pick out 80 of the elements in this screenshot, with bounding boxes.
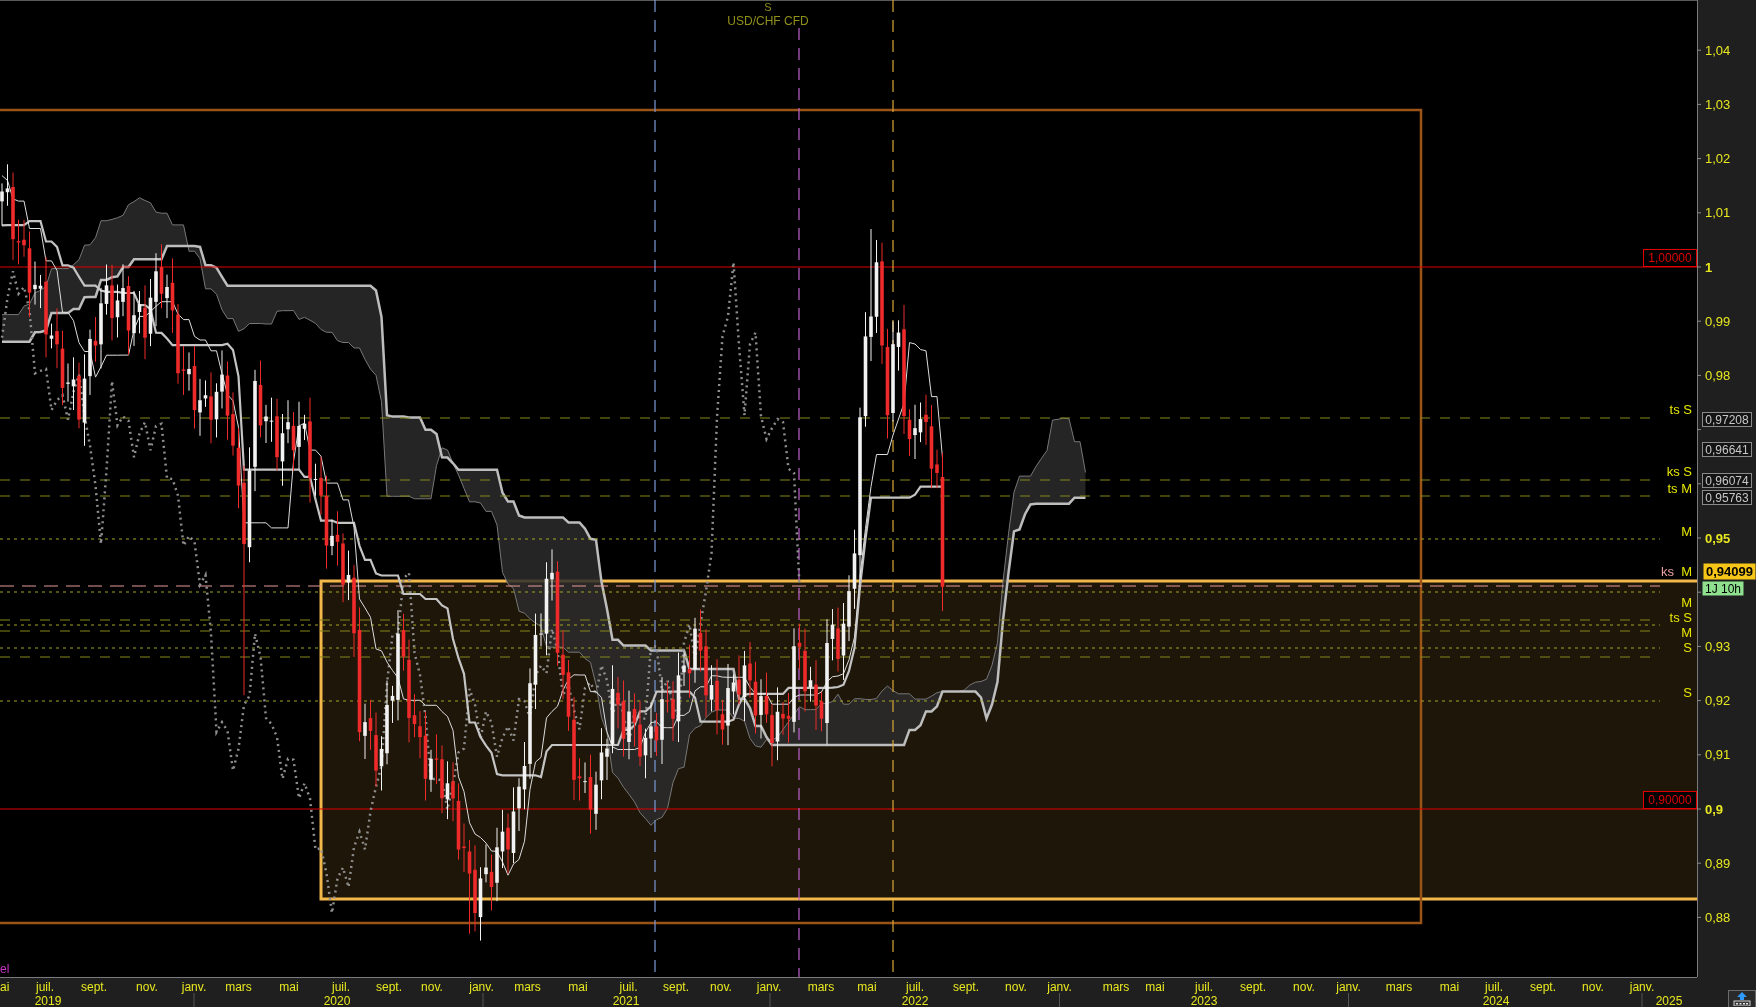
alert-price-tag: 1,00000 — [1643, 249, 1697, 267]
price-tick-label: 0,92 — [1705, 693, 1731, 709]
month-label: janv. — [181, 979, 207, 994]
year-label: 2023 — [1190, 993, 1218, 1007]
price-tick-label: 0,95 — [1705, 530, 1731, 546]
price-tick-label: 1,04 — [1705, 42, 1731, 58]
year-label: 2019 — [34, 993, 62, 1007]
month-label: mars — [807, 979, 835, 994]
price-tick-label: 0,98 — [1705, 367, 1731, 383]
level-label: S — [1683, 684, 1692, 700]
month-label: juil. — [1485, 979, 1503, 994]
month-label: mai — [857, 979, 877, 994]
month-label: nov. — [1582, 979, 1604, 994]
month-label: mars — [1102, 979, 1130, 994]
year-label: 2022 — [901, 993, 929, 1007]
month-label: mai — [279, 979, 299, 994]
level-label: ks — [1661, 563, 1674, 579]
level-label: ks S — [1666, 463, 1692, 479]
month-label: janv. — [1336, 979, 1361, 994]
month-label: janv. — [1629, 979, 1655, 994]
level-label: ts M — [1667, 480, 1692, 496]
last-price-tag: 0,94099 — [1703, 563, 1756, 580]
price-level-tag: 0,97208 — [1702, 412, 1752, 427]
month-label: sept. — [81, 979, 107, 994]
price-tick-label: 1 — [1705, 259, 1713, 275]
level-label: M — [1681, 624, 1692, 640]
month-label: mars — [225, 979, 252, 994]
price-level-tag: 0,96641 — [1702, 442, 1752, 457]
month-label: mai — [1439, 979, 1460, 994]
level-label: M — [1681, 594, 1692, 610]
chart-subtitle: S — [764, 1, 772, 13]
alert-price-tag: 0,90000 — [1643, 791, 1697, 809]
level-label: S — [1683, 639, 1692, 655]
price-tick-label: 0,89 — [1705, 855, 1731, 871]
month-label: nov. — [710, 979, 732, 994]
chart-tool-button[interactable] — [1728, 990, 1756, 1007]
price-tick-label: 0,88 — [1705, 909, 1731, 925]
price-tick-label: 0,99 — [1705, 313, 1731, 329]
month-label: nov. — [1005, 979, 1027, 994]
month-label: juil. — [1195, 979, 1213, 994]
level-label: M — [1681, 523, 1692, 539]
indicator-label: el — [0, 962, 10, 976]
candle-countdown-tag: 1J 10h — [1702, 581, 1744, 596]
price-tick-label: 1,02 — [1705, 151, 1731, 167]
month-label: janv. — [756, 979, 782, 994]
year-label: 2024 — [1482, 993, 1510, 1007]
month-label: sept. — [376, 979, 402, 994]
month-label: sept. — [663, 979, 689, 994]
month-label: juil. — [36, 979, 54, 994]
level-label: M — [1681, 563, 1692, 579]
month-label: mai — [568, 979, 588, 994]
month-label: janv. — [469, 979, 494, 994]
price-tick-label: 0,91 — [1705, 747, 1731, 763]
up-arrow-tray-icon — [1732, 992, 1752, 1006]
chart-title: USD/CHF CFD — [727, 13, 809, 28]
level-label: ts S — [1669, 609, 1692, 625]
price-tick-label: 0,9 — [1705, 801, 1724, 817]
month-label: nov. — [1293, 979, 1315, 994]
month-label: ai — [0, 979, 10, 994]
price-level-tag: 0,95763 — [1702, 490, 1752, 505]
year-label: 2025 — [1655, 993, 1683, 1007]
month-label: mars — [514, 979, 541, 994]
level-label: ts S — [1669, 401, 1692, 417]
month-label: sept. — [1530, 979, 1556, 994]
month-label: juil. — [332, 979, 350, 994]
price-tick-label: 0,93 — [1705, 638, 1731, 654]
month-label: mars — [1385, 979, 1413, 994]
month-label: sept. — [1240, 979, 1266, 994]
month-label: juil. — [906, 979, 924, 994]
year-label: 2020 — [323, 993, 351, 1007]
month-label: janv. — [1047, 979, 1072, 994]
year-label: 2021 — [612, 993, 640, 1007]
month-label: mai — [1145, 979, 1165, 994]
price-level-tag: 0,96074 — [1702, 473, 1752, 488]
month-label: juil. — [619, 979, 638, 994]
month-label: sept. — [953, 979, 979, 994]
month-label: nov. — [421, 979, 443, 994]
price-tick-label: 1,03 — [1705, 96, 1731, 112]
price-tick-label: 1,01 — [1705, 205, 1731, 221]
month-label: nov. — [136, 979, 158, 994]
